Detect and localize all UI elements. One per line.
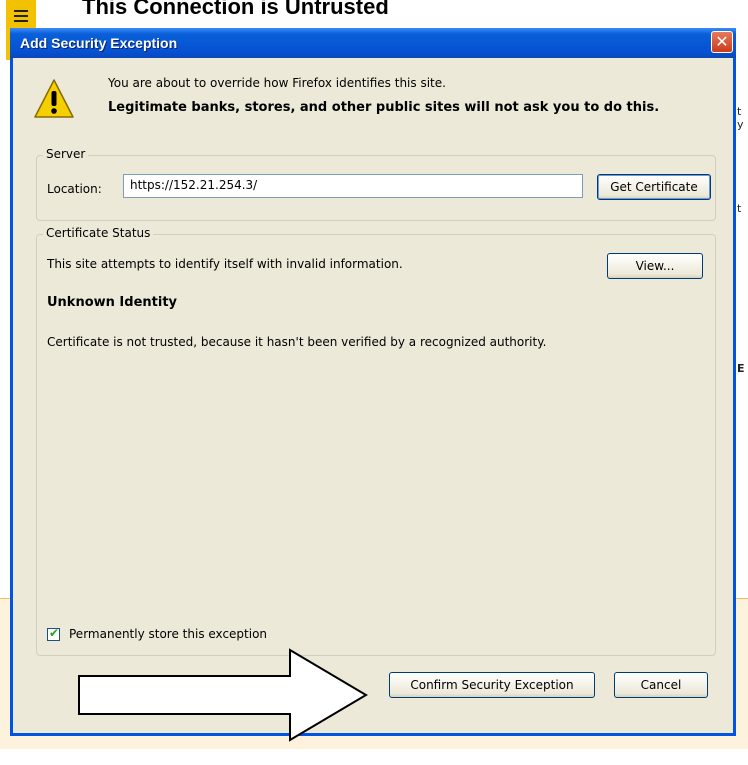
view-button[interactable]: View... [607, 253, 703, 279]
certificate-status-legend: Certificate Status [43, 226, 154, 240]
get-certificate-button[interactable]: Get Certificate [597, 174, 711, 200]
location-label: Location: [47, 182, 102, 196]
close-icon[interactable]: ✕ [711, 31, 733, 53]
status-detail: Certificate is not trusted, because it h… [47, 335, 547, 349]
background-text-fragment: t [737, 202, 742, 215]
dialog-titlebar[interactable]: Add Security Exception ✕ [10, 28, 736, 58]
arrow-icon [78, 648, 368, 742]
location-input[interactable]: https://152.21.254.3/ [123, 174, 583, 198]
checkmark-icon: ✔ [49, 626, 60, 640]
permanent-store-checkbox[interactable]: ✔ [47, 626, 60, 641]
server-group: Server Location: https://152.21.254.3/ G… [36, 147, 716, 221]
status-message: This site attempts to identify itself wi… [47, 257, 403, 271]
confirm-security-exception-button[interactable]: Confirm Security Exception [389, 672, 595, 698]
warning-icon [34, 79, 74, 118]
cancel-button[interactable]: Cancel [614, 672, 708, 698]
server-legend: Server [43, 147, 89, 161]
identity-heading: Unknown Identity [47, 295, 178, 310]
add-security-exception-dialog: Add Security Exception ✕ You are about t… [10, 28, 736, 736]
background-text-fragment: E [737, 362, 745, 375]
certificate-status-group: Certificate Status This site attempts to… [36, 226, 716, 656]
permanent-store-label[interactable]: Permanently store this exception [69, 627, 267, 641]
dialog-title: Add Security Exception [20, 35, 178, 51]
background-page-heading: This Connection is Untrusted [82, 0, 389, 19]
intro-text: You are about to override how Firefox id… [108, 76, 446, 90]
intro-warning-text: Legitimate banks, stores, and other publ… [108, 100, 660, 115]
background-text-fragment: t y [737, 105, 744, 131]
